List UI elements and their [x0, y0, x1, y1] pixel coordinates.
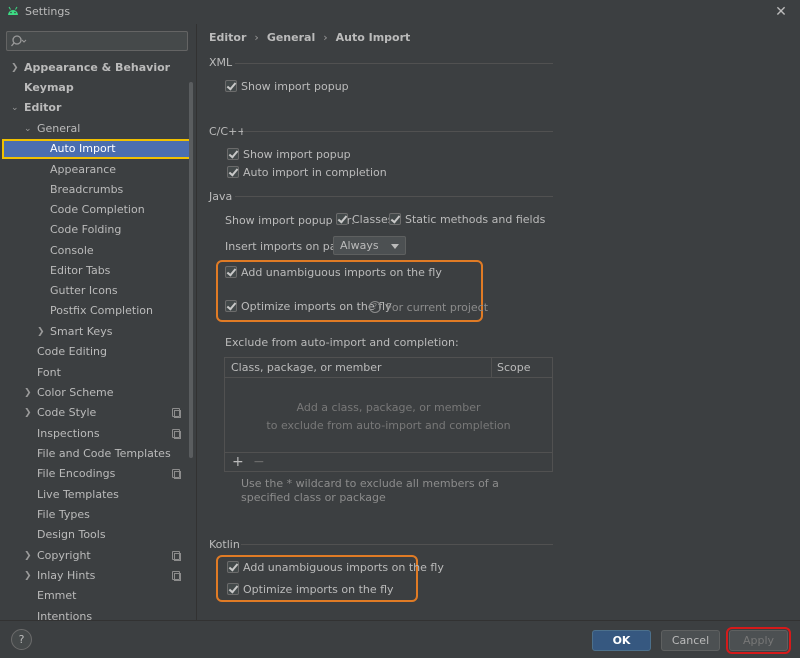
auto-import-panel: Editor › General › Auto Import XML Show impo…: [197, 24, 800, 620]
exclude-table: Class, package, or member Scope Add a cl…: [224, 357, 553, 472]
ok-button[interactable]: OK: [592, 630, 651, 651]
chevron-down-icon: ⌄: [24, 124, 32, 134]
column-separator[interactable]: [491, 358, 492, 378]
sidebar-item-postfix-completion[interactable]: Postfix Completion: [0, 301, 196, 321]
sidebar-item-gutter-icons[interactable]: Gutter Icons: [0, 281, 196, 301]
insert-on-paste-select[interactable]: Always: [333, 236, 406, 255]
sidebar-item-code-editing[interactable]: Code Editing: [0, 342, 196, 362]
apply-button[interactable]: Apply: [726, 627, 791, 654]
project-scope-icon: [172, 429, 181, 439]
sidebar-item-appearance-behavior[interactable]: ❯ Appearance & Behavior: [0, 58, 196, 78]
checkbox-checked[interactable]: [225, 300, 237, 312]
checkbox-checked[interactable]: [227, 166, 239, 178]
section-divider: [243, 131, 553, 132]
sidebar-scrollbar[interactable]: [189, 82, 193, 458]
sidebar-item-live-templates[interactable]: Live Templates: [0, 485, 196, 505]
sidebar-item-appearance[interactable]: Appearance: [0, 160, 196, 180]
section-title-java: Java: [209, 190, 233, 203]
close-window-button[interactable]: ✕: [770, 1, 792, 23]
sidebar-item-file-encodings[interactable]: File Encodings: [0, 464, 196, 484]
android-icon: [8, 6, 18, 15]
sidebar-item-keymap[interactable]: Keymap: [0, 78, 196, 98]
help-icon[interactable]: ?: [369, 301, 381, 313]
sidebar-item-file-code-templates[interactable]: File and Code Templates: [0, 444, 196, 464]
current-project-hint: For current project: [386, 301, 489, 314]
checkbox-checked[interactable]: [336, 213, 348, 225]
sidebar-item-breadcrumbs[interactable]: Breadcrumbs: [0, 180, 196, 200]
breadcrumb-general[interactable]: General: [267, 31, 315, 44]
column-header-scope[interactable]: Scope: [497, 361, 531, 374]
sidebar-item-code-style[interactable]: ❯ Code Style: [0, 403, 196, 423]
chevron-right-icon: ›: [254, 31, 259, 44]
sidebar-item-emmet[interactable]: Emmet: [0, 586, 196, 606]
sidebar-item-design-tools[interactable]: Design Tools: [0, 525, 196, 545]
window-title: Settings: [25, 5, 71, 18]
close-icon: ✕: [775, 4, 787, 20]
wildcard-note: Use the * wildcard to exclude all member…: [241, 477, 499, 504]
project-scope-icon: [172, 571, 181, 581]
table-toolbar: + −: [225, 452, 552, 472]
chevron-right-icon: ❯: [37, 327, 45, 337]
sidebar-item-file-types[interactable]: File Types: [0, 505, 196, 525]
table-empty-text[interactable]: Add a class, package, or member: [225, 401, 552, 414]
chevron-right-icon: ❯: [11, 63, 19, 73]
section-title-cpp: C/C++: [209, 125, 247, 138]
cancel-button[interactable]: Cancel: [661, 630, 720, 651]
sidebar-item-code-folding[interactable]: Code Folding: [0, 220, 196, 240]
section-title-kotlin: Kotlin: [209, 538, 240, 551]
breadcrumb: Editor › General › Auto Import: [209, 31, 410, 44]
sidebar-item-intentions[interactable]: Intentions: [0, 607, 196, 620]
table-header: Class, package, or member Scope: [225, 358, 552, 378]
section-title-xml: XML: [209, 56, 233, 69]
settings-search-input[interactable]: [6, 31, 188, 51]
remove-icon: −: [253, 454, 265, 470]
section-divider: [235, 63, 553, 64]
checkbox-checked[interactable]: [225, 80, 237, 92]
chevron-right-icon: ❯: [24, 408, 32, 418]
chevron-down-icon: [391, 244, 399, 249]
breadcrumb-editor[interactable]: Editor: [209, 31, 246, 44]
settings-sidebar: ❯ Appearance & Behavior Keymap ⌄ Editor …: [0, 24, 196, 620]
sidebar-item-auto-import[interactable]: Auto Import: [2, 139, 193, 159]
checkbox-checked[interactable]: [227, 561, 239, 573]
chevron-right-icon: ❯: [24, 571, 32, 581]
sidebar-item-editor[interactable]: ⌄ Editor: [0, 98, 196, 118]
add-icon[interactable]: +: [232, 454, 244, 470]
project-scope-icon: [172, 551, 181, 561]
section-divider: [235, 196, 553, 197]
sidebar-item-inspections[interactable]: Inspections: [0, 424, 196, 444]
sidebar-item-code-completion[interactable]: Code Completion: [0, 200, 196, 220]
chevron-right-icon: ›: [323, 31, 328, 44]
checkbox-checked[interactable]: [389, 213, 401, 225]
checkbox-checked[interactable]: [225, 266, 237, 278]
exclude-title: Exclude from auto-import and completion:: [225, 336, 459, 349]
column-header-class[interactable]: Class, package, or member: [231, 361, 382, 374]
sidebar-item-editor-tabs[interactable]: Editor Tabs: [0, 261, 196, 281]
search-icon: [11, 35, 27, 47]
table-empty-text: to exclude from auto-import and completi…: [266, 419, 511, 432]
help-button[interactable]: ?: [11, 629, 32, 650]
sidebar-item-font[interactable]: Font: [0, 363, 196, 383]
chevron-down-icon: ⌄: [11, 103, 19, 113]
sidebar-item-inlay-hints[interactable]: ❯ Inlay Hints: [0, 566, 196, 586]
sidebar-item-color-scheme[interactable]: ❯ Color Scheme: [0, 383, 196, 403]
section-divider: [241, 544, 553, 545]
chevron-right-icon: ❯: [24, 551, 32, 561]
checkbox-checked[interactable]: [227, 583, 239, 595]
title-bar: Settings ✕: [0, 0, 800, 24]
dialog-button-bar: ? OK Cancel Apply: [0, 620, 800, 658]
checkbox-checked[interactable]: [227, 148, 239, 160]
sidebar-item-console[interactable]: Console: [0, 241, 196, 261]
project-scope-icon: [172, 408, 181, 418]
chevron-right-icon: ❯: [24, 388, 32, 398]
project-scope-icon: [172, 469, 181, 479]
sidebar-item-general[interactable]: ⌄ General: [0, 119, 196, 139]
sidebar-item-copyright[interactable]: ❯ Copyright: [0, 546, 196, 566]
breadcrumb-auto-import: Auto Import: [335, 31, 411, 44]
sidebar-item-smart-keys[interactable]: ❯ Smart Keys: [0, 322, 196, 342]
